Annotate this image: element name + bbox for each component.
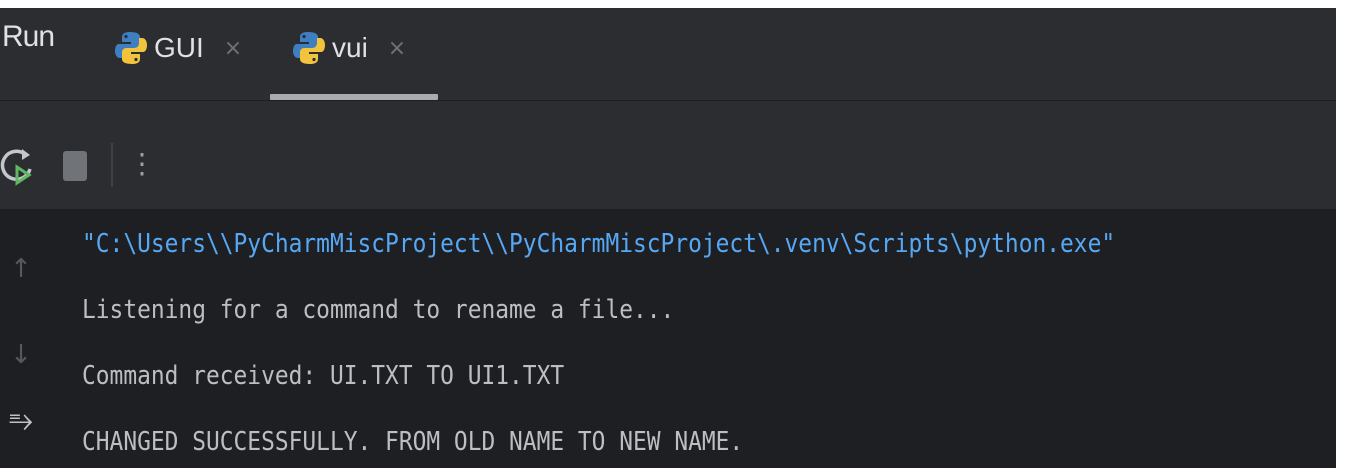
active-tab-indicator <box>270 94 438 100</box>
more-vertical-icon[interactable]: ⋮ <box>128 139 156 189</box>
console-line: Command received: UI.TXT TO UI1.TXT <box>82 361 565 391</box>
console-output[interactable]: ↑ ↓ ⥱ "C:\Users\\PyCharmMiscProject\\PyC… <box>0 209 1336 468</box>
stop-icon[interactable] <box>63 151 87 181</box>
console-line: CHANGED SUCCESSFULLY. FROM OLD NAME TO N… <box>82 427 744 457</box>
run-tab-bar: Run GUI × vui × <box>0 8 1336 101</box>
console-line-command: "C:\Users\\PyCharmMiscProject\\PyCharmMi… <box>82 229 1116 259</box>
close-icon[interactable]: × <box>388 36 406 61</box>
soft-wrap-icon[interactable]: ⥱ <box>6 403 36 439</box>
run-tool-window: Run GUI × vui × ⋮ ↑ ↓ ⥱ "C:\Users\\PyCha… <box>0 8 1336 468</box>
tab-gui[interactable]: GUI × <box>114 18 242 78</box>
console-line: Listening for a command to rename a file… <box>82 295 675 325</box>
run-title: Run <box>2 20 55 53</box>
rerun-icon[interactable] <box>0 145 42 189</box>
tab-label: GUI <box>154 32 204 63</box>
python-icon <box>293 32 325 64</box>
toolbar-divider <box>111 143 113 187</box>
tab-vui[interactable]: vui × <box>292 18 406 78</box>
python-icon <box>115 32 147 64</box>
close-icon[interactable]: × <box>224 36 242 61</box>
arrow-up-icon[interactable]: ↑ <box>6 251 36 287</box>
run-toolbar: ⋮ <box>0 101 1336 209</box>
arrow-down-icon[interactable]: ↓ <box>6 337 36 373</box>
tab-label: vui <box>332 32 368 63</box>
